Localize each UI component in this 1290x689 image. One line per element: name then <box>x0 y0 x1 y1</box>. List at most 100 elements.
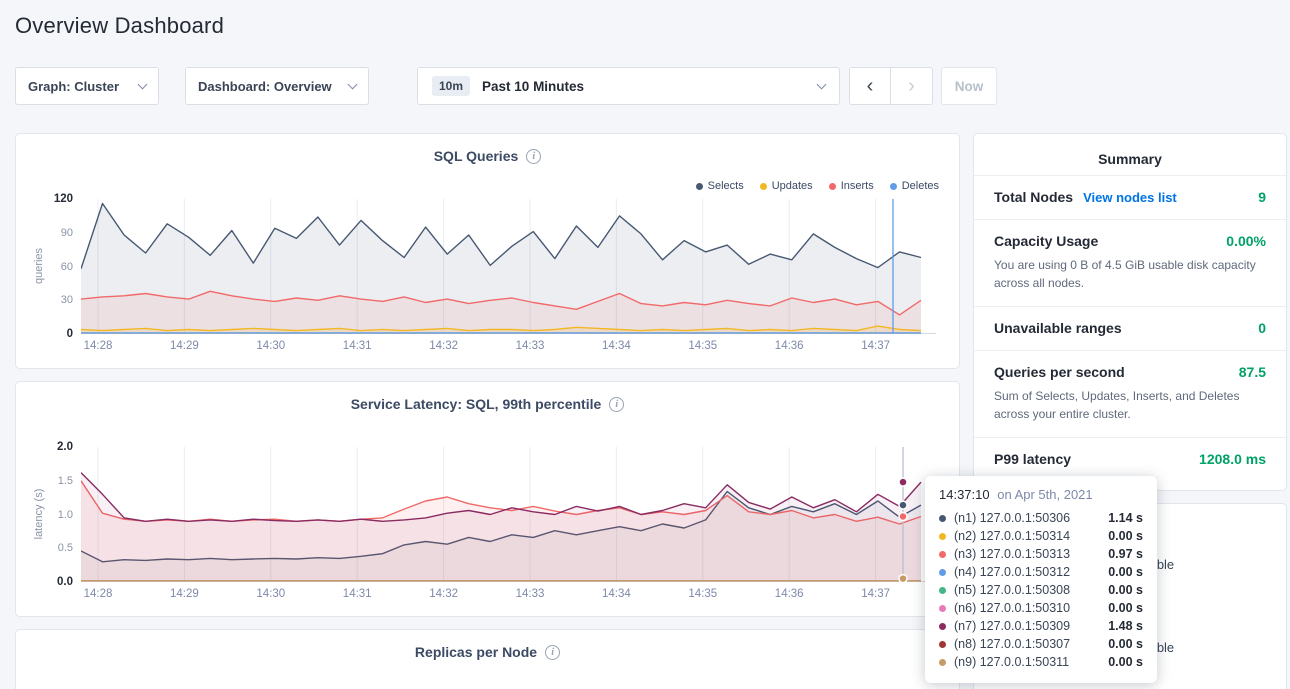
x-axis-tick: 14:31 <box>343 588 372 600</box>
x-axis-tick: 14:32 <box>429 588 458 600</box>
node-color-dot <box>939 515 946 522</box>
node-color-dot <box>939 587 946 594</box>
legend-item-deletes[interactable]: Deletes <box>890 180 939 192</box>
tooltip-node-value: 0.00 s <box>1108 529 1143 543</box>
tooltip-node-value: 1.48 s <box>1108 619 1143 633</box>
tooltip-node-label: (n6) 127.0.0.1:50310 <box>954 601 1100 615</box>
y-axis-tick: 90 <box>61 227 73 239</box>
y-axis-tick: 60 <box>61 261 73 273</box>
summary-row-label: Unavailable ranges <box>994 320 1122 336</box>
x-axis-tick: 14:35 <box>688 340 717 352</box>
tooltip-node-value: 0.00 s <box>1108 637 1143 651</box>
sql-queries-chart-card: SQL Queries i Selects Updates Inserts Delet… <box>15 133 960 369</box>
summary-row-value: 0 <box>1258 320 1266 336</box>
node-color-dot <box>939 551 946 558</box>
x-axis-tick: 14:29 <box>170 588 199 600</box>
service-latency-chart-card: Service Latency: SQL, 99th percentile i … <box>15 381 960 617</box>
legend-color-dot <box>829 183 836 190</box>
tooltip-node-value: 0.97 s <box>1108 547 1143 561</box>
time-range-dropdown[interactable]: 10m Past 10 Minutes <box>417 67 840 105</box>
x-axis-tick: 14:36 <box>775 340 804 352</box>
node-color-dot <box>939 569 946 576</box>
tooltip-node-label: (n8) 127.0.0.1:50307 <box>954 637 1100 651</box>
x-axis-tick: 14:32 <box>429 340 458 352</box>
time-range-badge: 10m <box>432 76 470 96</box>
summary-row-queries-per-second: Queries per second 87.5 Sum of Selects, … <box>974 350 1286 437</box>
summary-row-value: 87.5 <box>1239 364 1266 380</box>
summary-row-p99-latency: P99 latency 1208.0 ms <box>974 437 1286 481</box>
tooltip-node-value: 0.00 s <box>1108 655 1143 669</box>
view-nodes-list-link[interactable]: View nodes list <box>1083 190 1177 205</box>
tooltip-timestamp: 14:37:10 on Apr 5th, 2021 <box>939 487 1143 502</box>
y-axis-tick: 0.0 <box>57 576 73 588</box>
tooltip-node-row: (n5) 127.0.0.1:50308 0.00 s <box>939 581 1143 599</box>
chart-hover-tooltip: 14:37:10 on Apr 5th, 2021 (n1) 127.0.0.1… <box>925 476 1157 683</box>
summary-row-label: Queries per second <box>994 364 1125 380</box>
summary-row-unavailable-ranges: Unavailable ranges 0 <box>974 306 1286 350</box>
tooltip-node-row: (n7) 127.0.0.1:50309 1.48 s <box>939 617 1143 635</box>
dashboard-dropdown[interactable]: Dashboard: Overview <box>185 67 369 105</box>
legend-item-updates[interactable]: Updates <box>760 180 813 192</box>
x-axis-tick: 14:33 <box>516 340 545 352</box>
y-axis-tick: 120 <box>54 193 73 205</box>
summary-row-label: Capacity Usage <box>994 233 1098 249</box>
y-axis-tick: 1.0 <box>58 509 73 521</box>
chart-legend: Selects Updates Inserts Deletes <box>696 180 939 192</box>
time-next-button[interactable]: › <box>891 67 933 105</box>
tooltip-node-row: (n1) 127.0.0.1:503061.14 s <box>939 509 1143 527</box>
info-icon[interactable]: i <box>526 149 541 164</box>
y-axis-ticks: 1209060300 <box>16 199 73 334</box>
node-color-dot <box>939 641 946 648</box>
x-axis-tick: 14:28 <box>84 588 113 600</box>
tooltip-node-value: 0.00 s <box>1108 583 1143 597</box>
chart-title-text: Service Latency: SQL, 99th percentile <box>351 396 602 412</box>
page-title: Overview Dashboard <box>15 13 224 39</box>
node-color-dot <box>939 623 946 630</box>
tooltip-node-row: (n6) 127.0.0.1:50310 0.00 s <box>939 599 1143 617</box>
tooltip-node-row: (n3) 127.0.0.1:503130.97 s <box>939 545 1143 563</box>
time-prev-button[interactable]: ‹ <box>849 67 891 105</box>
x-axis-tick: 14:37 <box>861 340 890 352</box>
tooltip-node-label: (n5) 127.0.0.1:50308 <box>954 583 1100 597</box>
graph-dropdown[interactable]: Graph: Cluster <box>15 67 159 105</box>
tooltip-node-row: (n9) 127.0.0.1:50311 0.00 s <box>939 653 1143 671</box>
tooltip-node-value: 1.14 s <box>1108 511 1143 525</box>
x-axis-tick: 14:34 <box>602 588 631 600</box>
tooltip-node-label: (n2) 127.0.0.1:50314 <box>954 529 1100 543</box>
now-button[interactable]: Now <box>941 67 997 105</box>
x-axis-tick: 14:34 <box>602 340 631 352</box>
service-latency-plot[interactable] <box>81 447 936 582</box>
x-axis-tick: 14:30 <box>256 588 285 600</box>
x-axis-tick: 14:28 <box>84 340 113 352</box>
sql-queries-plot[interactable] <box>81 199 936 334</box>
x-axis-tick: 14:33 <box>516 588 545 600</box>
tooltip-node-label: (n9) 127.0.0.1:50311 <box>954 655 1100 669</box>
dashboard-dropdown-label: Dashboard: Overview <box>198 79 332 94</box>
node-color-dot <box>939 605 946 612</box>
legend-item-selects[interactable]: Selects <box>696 180 744 192</box>
time-range-label: Past 10 Minutes <box>482 79 584 94</box>
x-axis-tick: 14:35 <box>688 588 717 600</box>
summary-row-caption: You are using 0 B of 4.5 GiB usable disk… <box>994 256 1266 292</box>
overview-dashboard-page: Overview Dashboard Graph: Cluster Dashbo… <box>0 0 1290 689</box>
info-icon[interactable]: i <box>545 645 560 660</box>
legend-item-inserts[interactable]: Inserts <box>829 180 874 192</box>
x-axis-ticks: 14:2814:2914:3014:3114:3214:3314:3414:35… <box>81 340 936 356</box>
info-icon[interactable]: i <box>609 397 624 412</box>
summary-panel: Summary Total Nodes View nodes list 9 Ca… <box>973 133 1287 491</box>
chevron-down-icon <box>138 79 148 89</box>
tooltip-node-row: (n2) 127.0.0.1:50314 0.00 s <box>939 527 1143 545</box>
summary-row-value: 9 <box>1258 189 1266 205</box>
x-axis-tick: 14:36 <box>775 588 804 600</box>
summary-row-caption: Sum of Selects, Updates, Inserts, and De… <box>994 387 1266 423</box>
chevron-down-icon <box>817 79 827 89</box>
chart-title: SQL Queries i <box>16 148 959 164</box>
y-axis-tick: 30 <box>61 294 73 306</box>
tooltip-node-value: 0.00 s <box>1108 601 1143 615</box>
x-axis-tick: 14:30 <box>256 340 285 352</box>
chart-title: Service Latency: SQL, 99th percentile i <box>16 396 959 412</box>
x-axis-tick: 14:29 <box>170 340 199 352</box>
legend-color-dot <box>696 183 703 190</box>
tooltip-node-label: (n7) 127.0.0.1:50309 <box>954 619 1100 633</box>
node-color-dot <box>939 533 946 540</box>
